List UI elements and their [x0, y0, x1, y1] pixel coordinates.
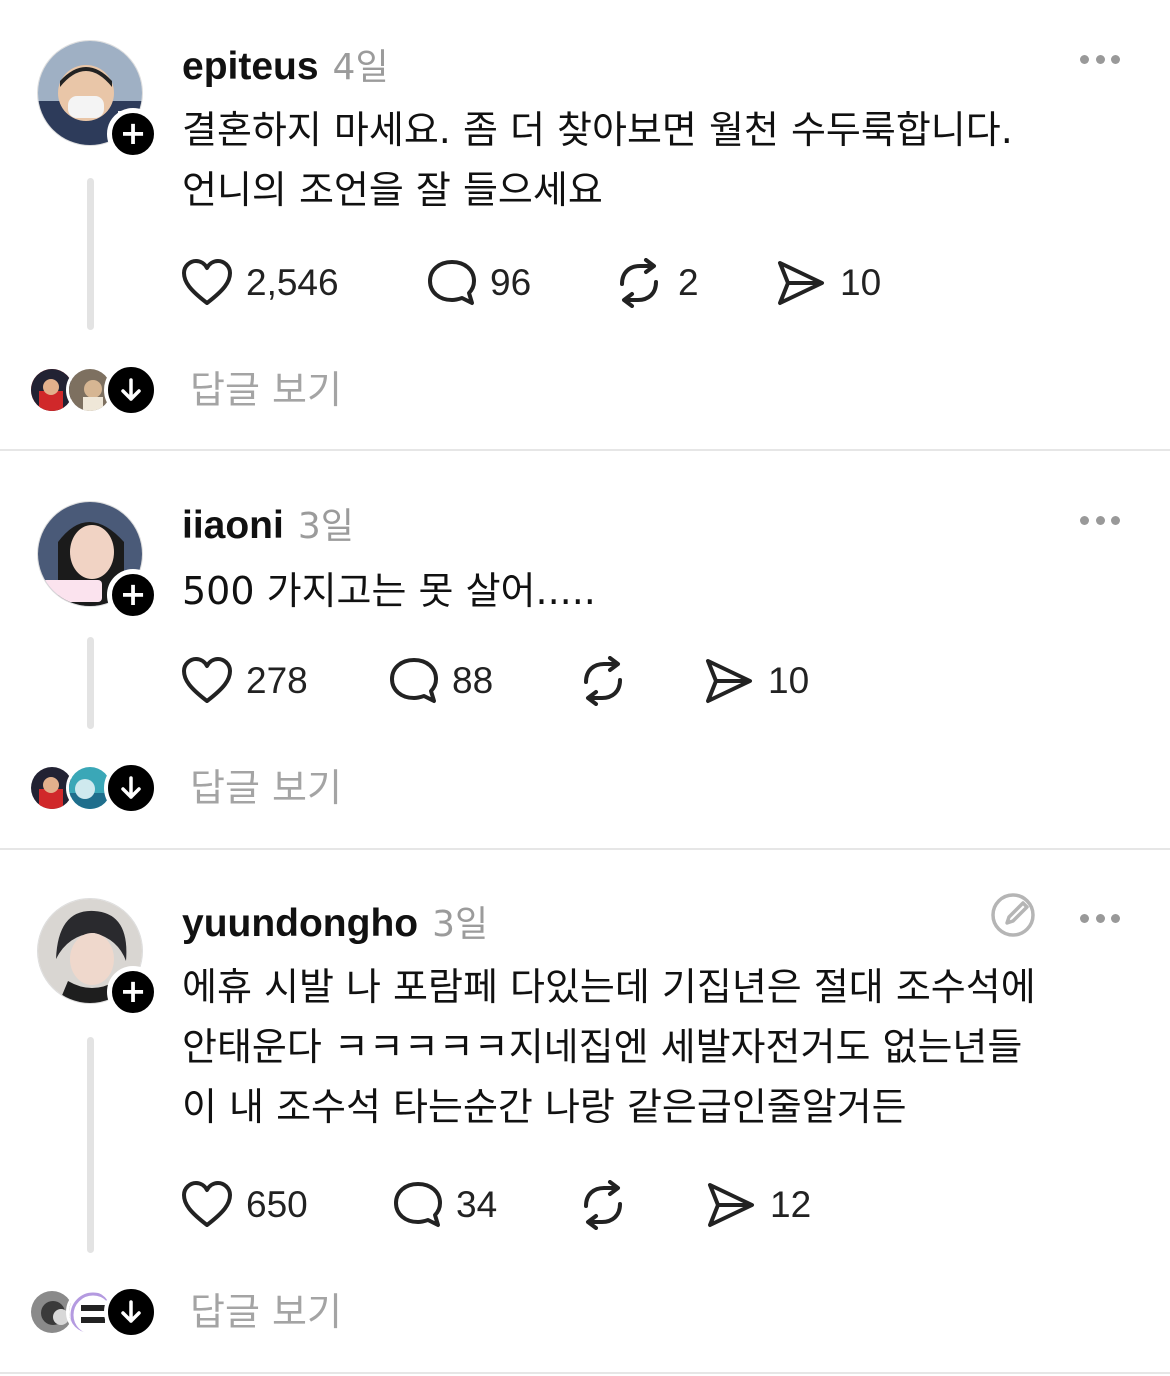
more-dots-icon[interactable]: [1080, 914, 1120, 926]
avatar[interactable]: +: [37, 898, 159, 1018]
more-dots-icon[interactable]: [1080, 516, 1120, 528]
post: + iiaoni 3일 500 가지고는 못 살어..... 278 88 10: [0, 451, 1170, 848]
like-count: 278: [246, 660, 308, 701]
comment-bubble-icon: [428, 260, 476, 305]
post-header: epiteus 4일: [182, 38, 389, 90]
post-text-line: 결혼하지 마세요. 좀 더 찾아보면 월천 수두룩합니다.: [182, 108, 1013, 152]
like-button[interactable]: 650: [180, 1180, 308, 1230]
view-replies-link[interactable]: 답글 보기: [190, 1288, 342, 1336]
view-replies-row[interactable]: 답글 보기: [28, 363, 428, 417]
share-count: 10: [768, 660, 810, 701]
comment-button[interactable]: 96: [426, 258, 531, 308]
timestamp: 3일: [297, 506, 354, 547]
heart-icon: [182, 657, 232, 703]
thread-line: [87, 1037, 94, 1253]
repost-button[interactable]: 2: [612, 258, 699, 308]
comment-button[interactable]: 88: [388, 656, 493, 706]
share-button[interactable]: 12: [704, 1180, 811, 1230]
avatar[interactable]: +: [37, 501, 159, 621]
repost-icon: [620, 258, 658, 308]
comment-count: 34: [456, 1184, 498, 1225]
arrow-down-icon[interactable]: [104, 1285, 158, 1339]
repost-button[interactable]: [576, 1180, 630, 1230]
divider: [0, 1372, 1170, 1374]
username[interactable]: yuundongho: [182, 902, 418, 946]
comment-bubble-icon: [394, 1182, 442, 1227]
post-text-line: 언니의 조언을 잘 들으세요: [182, 168, 603, 212]
timestamp: 3일: [432, 904, 489, 945]
like-button[interactable]: 278: [180, 656, 308, 706]
more-dots-icon[interactable]: [1080, 55, 1120, 67]
view-replies-row[interactable]: 답글 보기: [28, 1285, 428, 1339]
send-icon: [778, 261, 824, 305]
post-header: iiaoni 3일: [182, 497, 354, 549]
share-button[interactable]: 10: [774, 258, 881, 308]
share-count: 12: [770, 1184, 812, 1225]
send-icon: [706, 659, 752, 703]
avatar[interactable]: +: [37, 40, 159, 160]
share-button[interactable]: 10: [702, 656, 809, 706]
comment-count: 88: [452, 660, 494, 701]
post-text-line: 안태운다 ㅋㅋㅋㅋㅋ지네집엔 세발자전거도 없는년들: [182, 1025, 1023, 1069]
arrow-down-icon[interactable]: [104, 761, 158, 815]
comment-count: 96: [490, 262, 532, 303]
repost-icon: [584, 656, 622, 706]
heart-icon: [182, 1181, 232, 1227]
post: + epiteus 4일 결혼하지 마세요. 좀 더 찾아보면 월천 수두룩합니…: [0, 0, 1170, 450]
post: + yuundongho 3일 에휴 시발 나 포람페 다있는데 기집년은 절대…: [0, 849, 1170, 1373]
post-text-line: 500 가지고는 못 살어.....: [182, 569, 596, 613]
timestamp: 4일: [332, 47, 389, 88]
comment-button[interactable]: 34: [392, 1180, 497, 1230]
heart-icon: [182, 259, 232, 305]
like-button[interactable]: 2,546: [180, 258, 339, 308]
edit-icon[interactable]: [989, 891, 1037, 939]
send-icon: [708, 1183, 754, 1227]
follow-plus-icon[interactable]: +: [107, 966, 159, 1018]
view-replies-row[interactable]: 답글 보기: [28, 761, 428, 815]
repost-count: 2: [678, 262, 699, 303]
follow-plus-icon[interactable]: +: [107, 569, 159, 621]
thread-line: [87, 637, 94, 729]
arrow-down-icon[interactable]: [104, 363, 158, 417]
repost-button[interactable]: [576, 656, 630, 706]
post-text: 500 가지고는 못 살어.....: [182, 561, 1132, 621]
share-count: 10: [840, 262, 882, 303]
username[interactable]: iiaoni: [182, 504, 284, 548]
comment-bubble-icon: [390, 658, 438, 703]
like-count: 2,546: [246, 262, 339, 303]
like-count: 650: [246, 1184, 308, 1225]
post-text-line: 에휴 시발 나 포람페 다있는데 기집년은 절대 조수석에: [182, 965, 1036, 1009]
post-text-line: 이 내 조수석 타는순간 나랑 같은급인줄알거든: [182, 1085, 907, 1129]
repost-icon: [584, 1180, 622, 1230]
thread-line: [87, 178, 94, 330]
view-replies-link[interactable]: 답글 보기: [190, 366, 342, 414]
post-text: 결혼하지 마세요. 좀 더 찾아보면 월천 수두룩합니다. 언니의 조언을 잘 …: [182, 100, 1132, 220]
follow-plus-icon[interactable]: +: [107, 108, 159, 160]
view-replies-link[interactable]: 답글 보기: [190, 764, 342, 812]
username[interactable]: epiteus: [182, 45, 319, 89]
post-text: 에휴 시발 나 포람페 다있는데 기집년은 절대 조수석에 안태운다 ㅋㅋㅋㅋㅋ…: [182, 957, 1132, 1137]
post-header: yuundongho 3일: [182, 895, 488, 947]
